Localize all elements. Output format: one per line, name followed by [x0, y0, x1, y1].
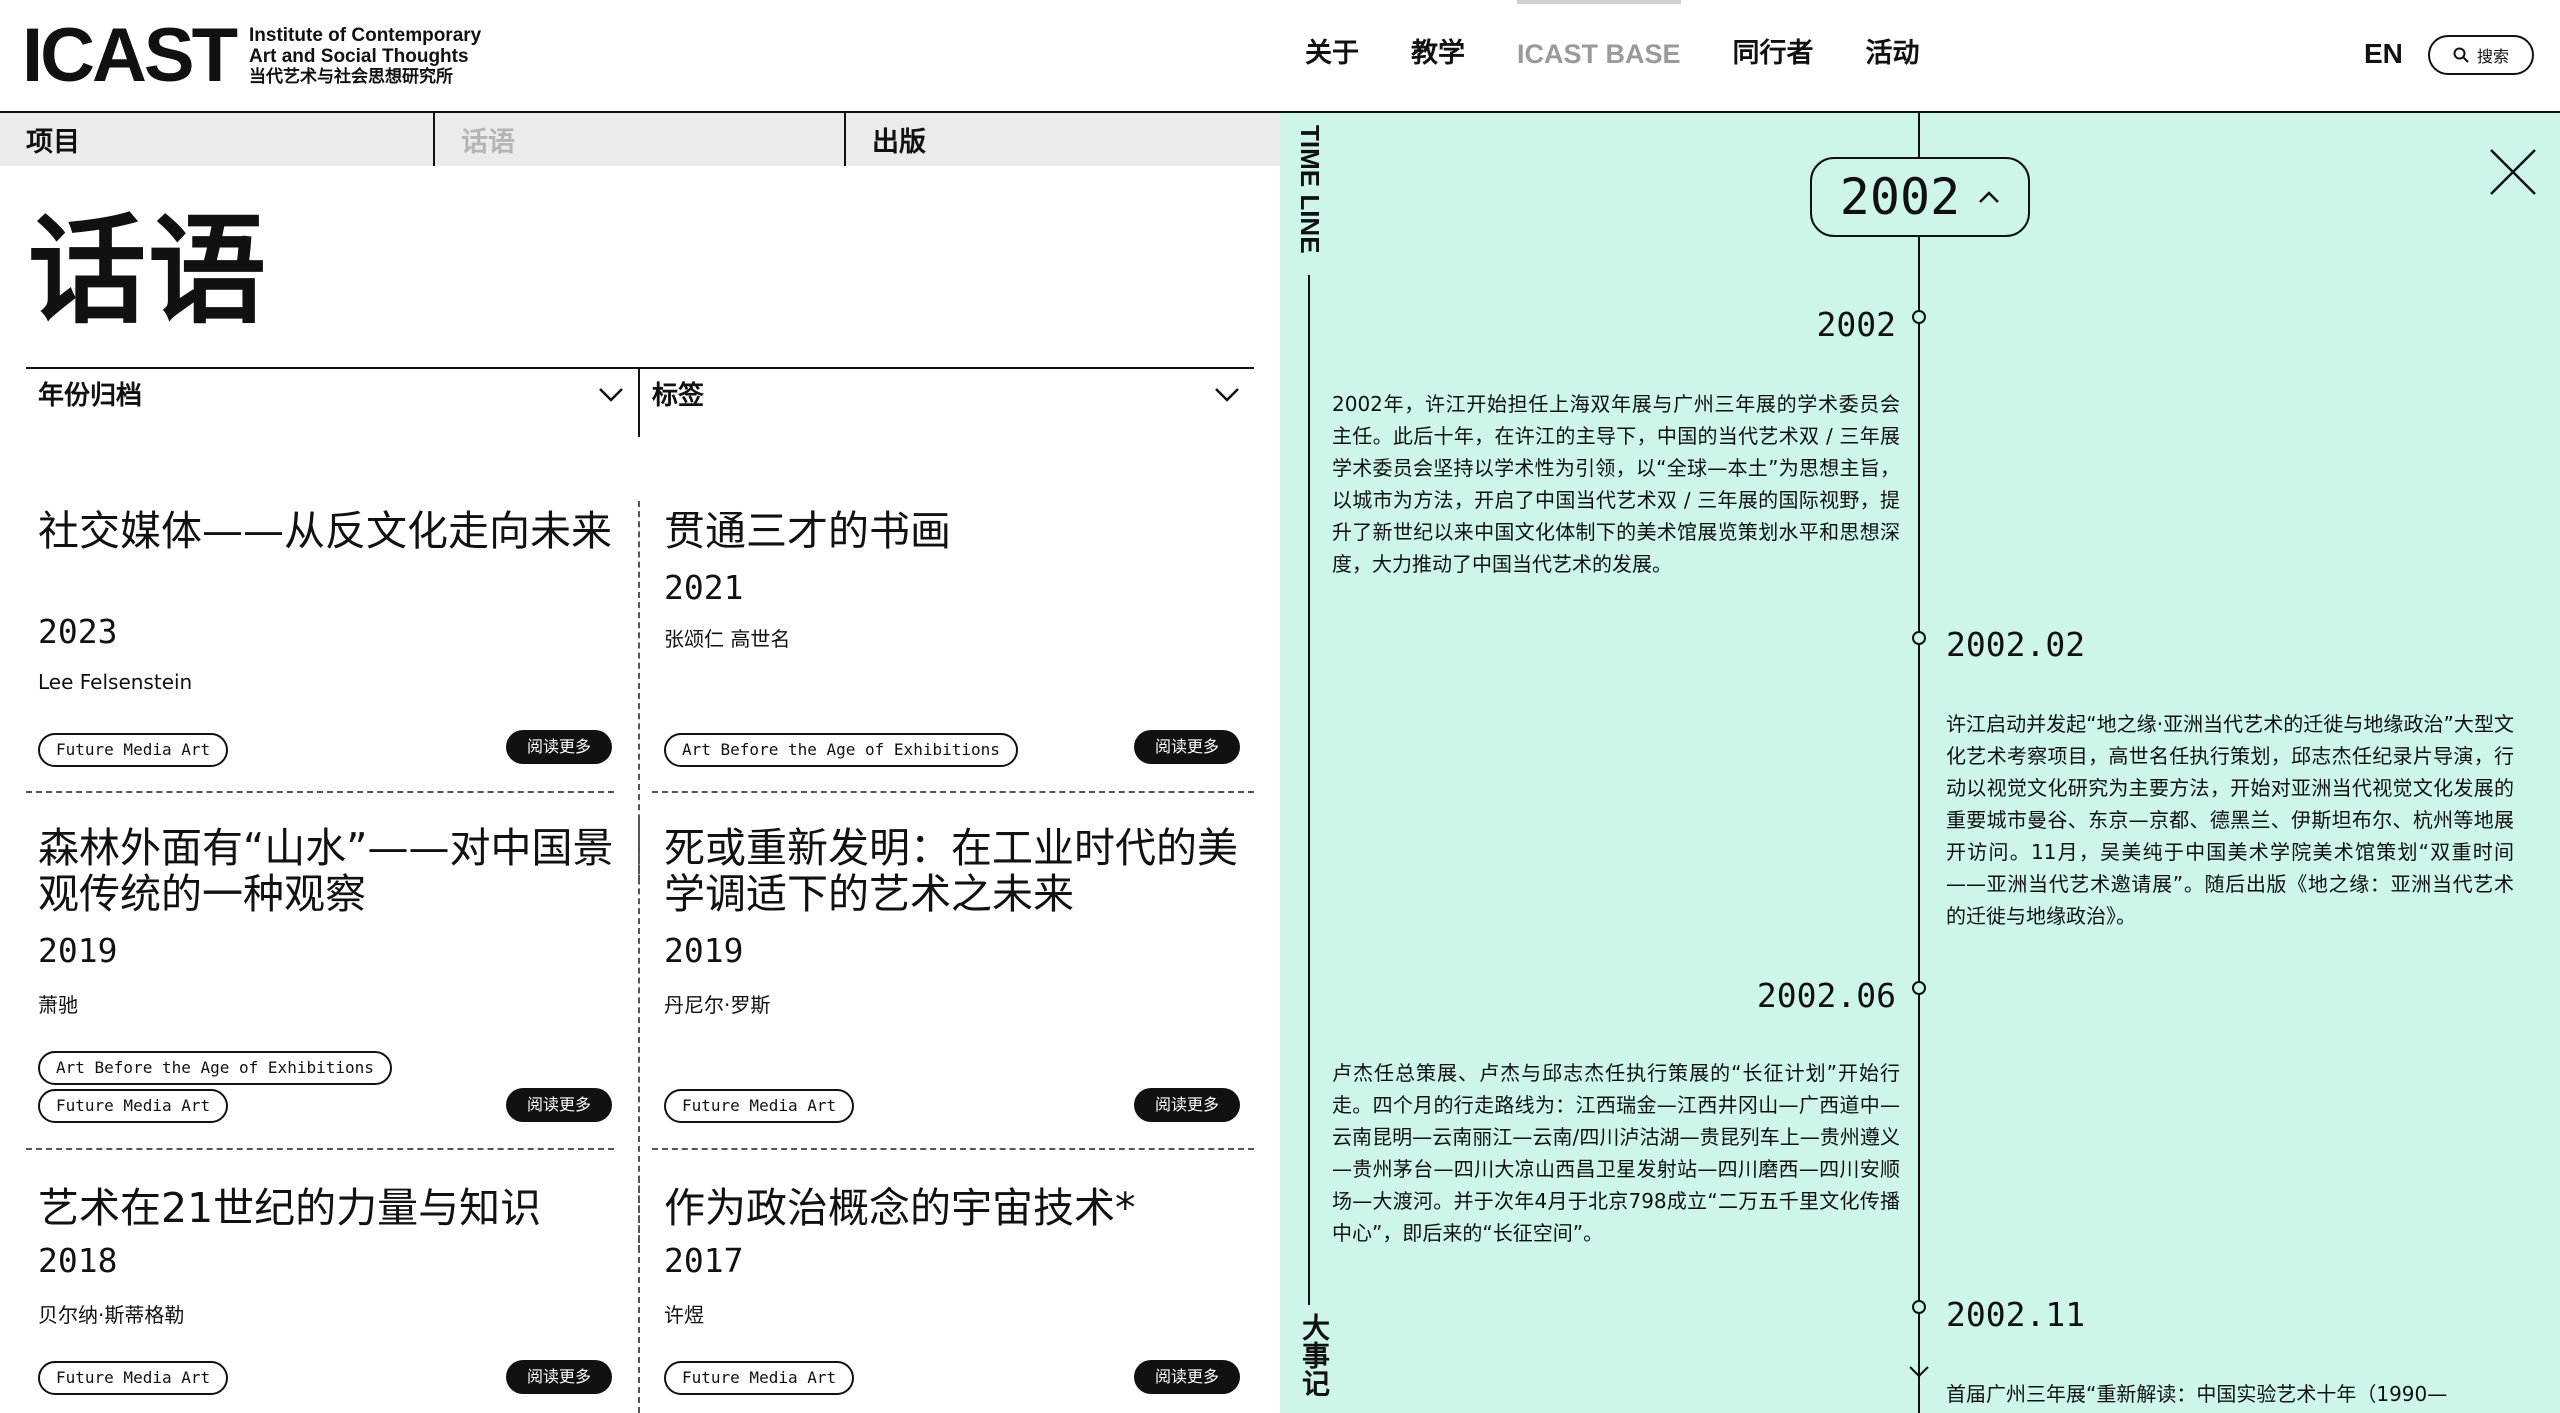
discourse-panel: 项目 话语 出版 话语 年份归档 标签 社交媒体——从反文化走向未来 2023 …: [0, 113, 1280, 1413]
logo-line-2: Art and Social Thoughts: [249, 45, 469, 67]
search-label: 搜索: [2476, 47, 2509, 66]
logo-mark: ICAST: [22, 13, 238, 98]
event-text: 首届广州三年展“重新解读：中国实验艺术十年（1990—: [1946, 1382, 2448, 1406]
card-author: 许煜: [664, 1303, 704, 1327]
card-year: 2018: [38, 1241, 118, 1280]
column-divider: [638, 1177, 640, 1413]
site-header: ICAST Institute of Contemporary Art and …: [0, 0, 2560, 113]
read-more-button[interactable]: 阅读更多: [506, 1360, 612, 1394]
timeline-node: [1912, 310, 1926, 324]
tag-pill[interactable]: Future Media Art: [664, 1361, 855, 1395]
chronicle-side-label: 大事记: [1298, 1313, 1331, 1397]
tag-pill[interactable]: Future Media Art: [38, 1361, 229, 1395]
search-button[interactable]: 搜索: [2428, 35, 2534, 75]
timeline-node: [1912, 1300, 1926, 1314]
search-icon: [2453, 47, 2469, 63]
chevron-down-icon: [1909, 1366, 1929, 1378]
year-selector[interactable]: 2002: [1810, 157, 2030, 237]
nav-about[interactable]: 关于: [1305, 34, 1359, 74]
article-card[interactable]: 艺术在21世纪的力量与知识 2018 贝尔纳·斯蒂格勒 Future Media…: [26, 113, 626, 1413]
event-date: 2002.11: [1946, 1295, 2086, 1334]
chevron-up-icon: [1979, 191, 2000, 203]
nav-companions[interactable]: 同行者: [1733, 34, 1814, 74]
event-text: 2002年，许江开始担任上海双年展与广州三年展的学术委员会主任。此后十年，在许江…: [1332, 392, 1900, 576]
card-year: 2017: [664, 1241, 744, 1280]
nav-teaching[interactable]: 教学: [1411, 34, 1465, 74]
side-rule: [1308, 275, 1310, 1305]
main-nav: 关于 教学 ICAST BASE 同行者 活动: [1305, 0, 1972, 74]
nav-events[interactable]: 活动: [1866, 34, 1920, 74]
card-title[interactable]: 作为政治概念的宇宙技术*: [664, 1185, 1254, 1231]
timeline-side-label: TIME LINE: [1295, 125, 1325, 254]
selected-year: 2002: [1839, 168, 1961, 226]
card-title[interactable]: 艺术在21世纪的力量与知识: [38, 1185, 628, 1231]
event-text: 许江启动并发起“地之缘·亚洲当代艺术的迁徙与地缘政治”大型文化艺术考察项目，高世…: [1946, 712, 2514, 928]
article-card[interactable]: 作为政治概念的宇宙技术* 2017 许煜 Future Media Art 阅读…: [652, 113, 1252, 1413]
close-icon[interactable]: [2488, 147, 2538, 197]
event-date: 2002: [1816, 305, 1896, 344]
read-more-button[interactable]: 阅读更多: [1134, 1360, 1240, 1394]
logo-line-3: 当代艺术与社会思想研究所: [249, 66, 453, 87]
timeline-node: [1912, 631, 1926, 645]
card-author: 贝尔纳·斯蒂格勒: [38, 1303, 185, 1327]
timeline-panel: TIME LINE 大事记 2002 2002 2002年，许江开始担任上海双年…: [1280, 113, 2560, 1413]
timeline-axis: [1918, 113, 1920, 1413]
event-date: 2002.06: [1756, 976, 1896, 1015]
logo[interactable]: ICAST Institute of Contemporary Art and …: [22, 18, 481, 94]
nav-icast-base[interactable]: ICAST BASE: [1517, 0, 1681, 74]
event-date: 2002.02: [1946, 625, 2086, 664]
logo-line-1: Institute of Contemporary: [249, 24, 482, 46]
timeline-node: [1912, 981, 1926, 995]
logo-text: Institute of Contemporary Art and Social…: [249, 25, 481, 88]
event-text: 卢杰任总策展、卢杰与邱志杰任执行策展的“长征计划”开始行走。四个月的行走路线为：…: [1332, 1061, 1900, 1245]
language-switch[interactable]: EN: [2364, 36, 2403, 72]
